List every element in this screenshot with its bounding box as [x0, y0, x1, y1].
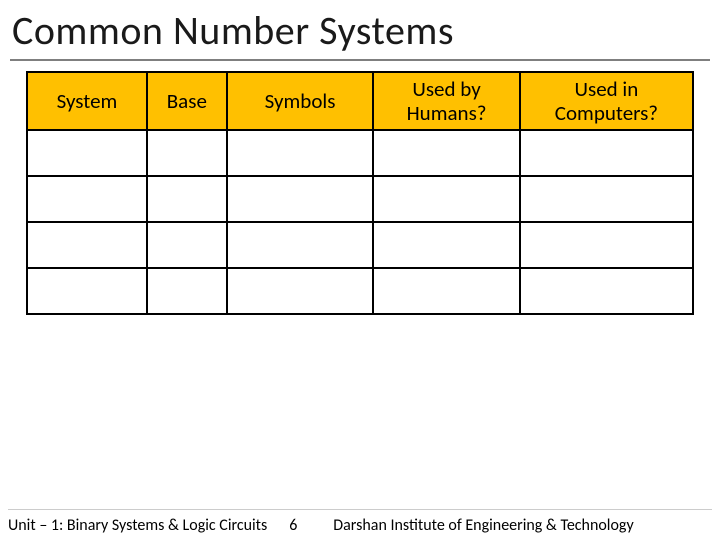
cell-humans: [373, 222, 520, 268]
cell-symbols: [227, 222, 374, 268]
cell-base: [147, 222, 227, 268]
table-row: [27, 176, 693, 222]
cell-computers: [520, 222, 693, 268]
slide-footer: Unit – 1: Binary Systems & Logic Circuit…: [0, 510, 720, 540]
header-system: System: [27, 72, 147, 130]
footer-page-number: 6: [267, 516, 319, 535]
cell-symbols: [227, 268, 374, 314]
cell-base: [147, 130, 227, 176]
cell-system: [27, 176, 147, 222]
cell-base: [147, 176, 227, 222]
cell-system: [27, 268, 147, 314]
title-divider: [10, 59, 710, 61]
cell-symbols: [227, 176, 374, 222]
footer-organization: Darshan Institute of Engineering & Techn…: [319, 516, 720, 535]
table-header-row: System Base Symbols Used by Humans? Used…: [27, 72, 693, 130]
cell-symbols: [227, 130, 374, 176]
cell-humans: [373, 268, 520, 314]
cell-base: [147, 268, 227, 314]
footer-unit: Unit – 1: Binary Systems & Logic Circuit…: [0, 516, 267, 535]
cell-system: [27, 222, 147, 268]
slide-title: Common Number Systems: [0, 0, 720, 59]
cell-humans: [373, 176, 520, 222]
header-used-in-computers: Used in Computers?: [520, 72, 693, 130]
cell-system: [27, 130, 147, 176]
cell-computers: [520, 268, 693, 314]
table-row: [27, 222, 693, 268]
number-systems-table: System Base Symbols Used by Humans? Used…: [26, 71, 694, 315]
header-symbols: Symbols: [227, 72, 374, 130]
table-row: [27, 268, 693, 314]
header-used-by-humans: Used by Humans?: [373, 72, 520, 130]
table-row: [27, 130, 693, 176]
table-container: System Base Symbols Used by Humans? Used…: [0, 71, 720, 315]
cell-computers: [520, 130, 693, 176]
header-base: Base: [147, 72, 227, 130]
cell-humans: [373, 130, 520, 176]
cell-computers: [520, 176, 693, 222]
